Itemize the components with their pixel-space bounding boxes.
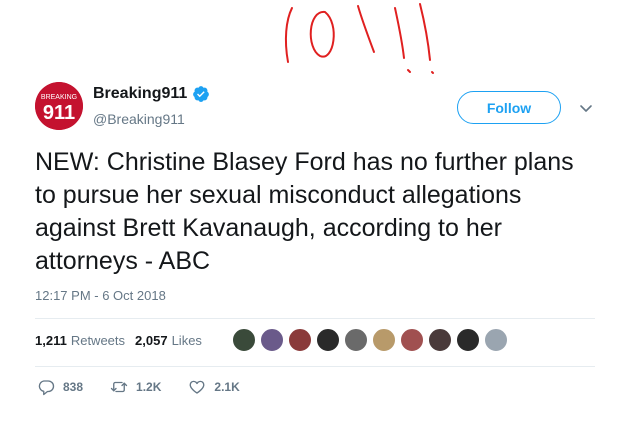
liker-avatars: [232, 328, 508, 352]
tweet-actions: 838 1.2K 2.1K: [37, 378, 267, 396]
avatar[interactable]: BREAKING 911: [35, 82, 83, 130]
handle[interactable]: @Breaking911: [93, 111, 185, 127]
liker-avatar[interactable]: [428, 328, 452, 352]
liker-avatar[interactable]: [372, 328, 396, 352]
like-button[interactable]: 2.1K: [188, 378, 240, 396]
liker-avatar[interactable]: [316, 328, 340, 352]
reply-icon: [38, 380, 55, 396]
timestamp[interactable]: 12:17 PM - 6 Oct 2018: [35, 288, 166, 303]
tweet-stats: 1,211 Retweets 2,057 Likes: [35, 333, 212, 348]
reply-button[interactable]: 838: [37, 378, 83, 396]
verified-badge-icon: [193, 86, 210, 102]
like-count: 2.1K: [214, 380, 240, 394]
chevron-down-icon[interactable]: [578, 100, 594, 116]
reply-count: 838: [63, 380, 84, 394]
retweet-count: 1.2K: [136, 380, 162, 394]
tweet-text: NEW: Christine Blasey Ford has no furthe…: [35, 148, 574, 275]
svg-text:BREAKING: BREAKING: [41, 94, 77, 101]
retweet-icon: [110, 381, 128, 393]
follow-button[interactable]: Follow: [457, 91, 561, 124]
display-name[interactable]: Breaking911: [93, 85, 187, 103]
liker-avatar[interactable]: [400, 328, 424, 352]
retweets-label[interactable]: Retweets: [71, 333, 125, 348]
retweets-count[interactable]: 1,211: [35, 333, 67, 348]
svg-text:911: 911: [43, 102, 75, 124]
heart-icon: [189, 380, 205, 394]
liker-avatar[interactable]: [288, 328, 312, 352]
liker-avatar[interactable]: [484, 328, 508, 352]
liker-avatar[interactable]: [456, 328, 480, 352]
divider: [35, 318, 595, 319]
retweet-button[interactable]: 1.2K: [110, 378, 161, 396]
liker-avatar[interactable]: [232, 328, 256, 352]
red-scribble-annotation: [284, 3, 434, 74]
likes-count[interactable]: 2,057: [135, 333, 168, 348]
liker-avatar[interactable]: [344, 328, 368, 352]
breaking911-logo: BREAKING 911: [35, 82, 83, 130]
liker-avatar[interactable]: [260, 328, 284, 352]
likes-label[interactable]: Likes: [172, 333, 202, 348]
divider: [35, 366, 595, 367]
